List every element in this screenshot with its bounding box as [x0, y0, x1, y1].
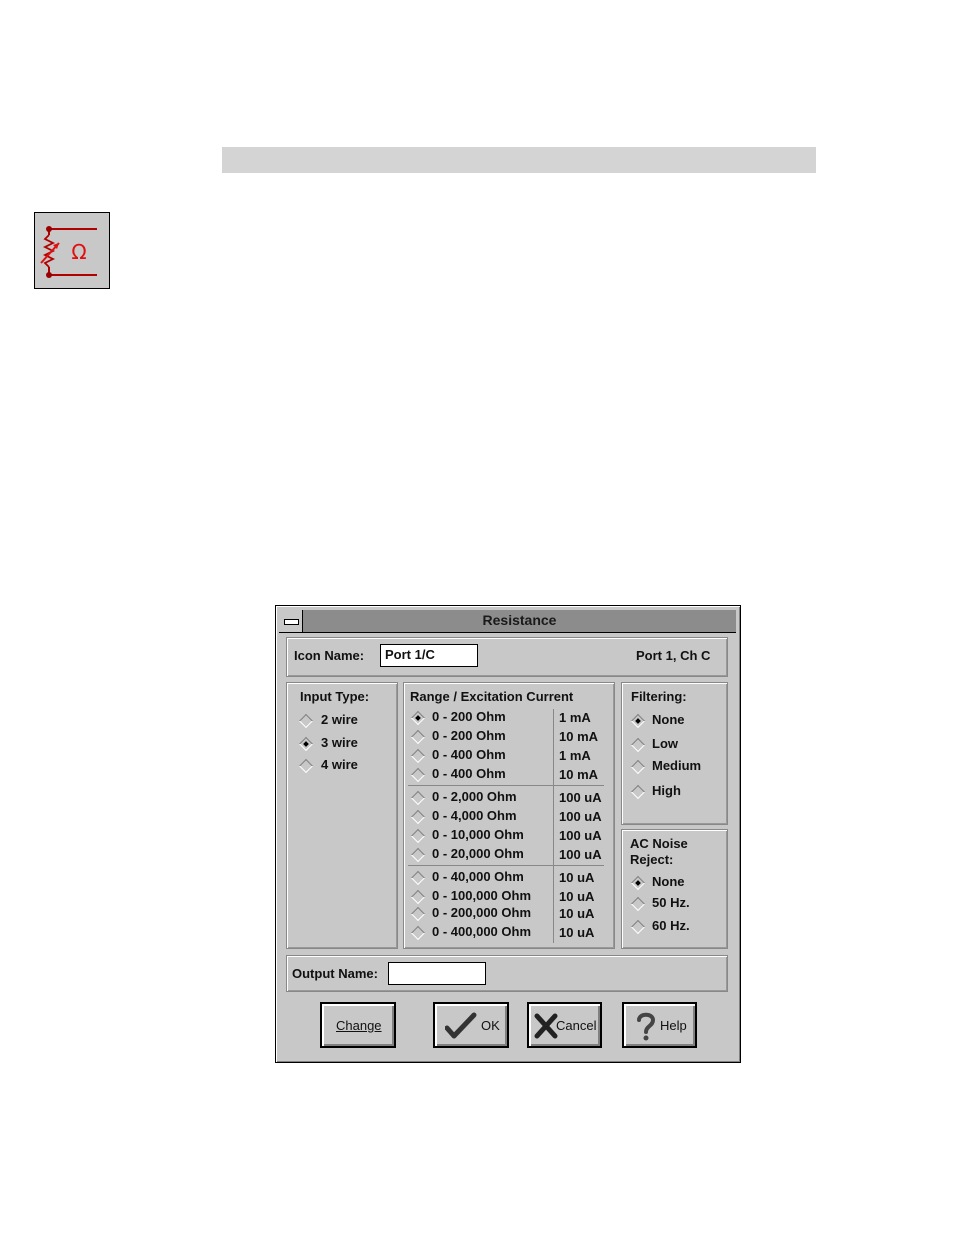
- radio-button[interactable]: [410, 925, 426, 941]
- range-value: 0 - 40,000 Ohm: [432, 869, 524, 884]
- radio-button[interactable]: [630, 784, 646, 800]
- radio-button-selected[interactable]: [298, 736, 314, 752]
- radio-button[interactable]: [298, 713, 314, 729]
- change-button-label: Change: [336, 1018, 382, 1033]
- radio-label: 4 wire: [321, 757, 358, 772]
- output-name-panel: Output Name:: [286, 955, 728, 992]
- input-type-label: Input Type:: [300, 689, 370, 704]
- range-column-divider: [553, 709, 554, 943]
- radio-button[interactable]: [410, 729, 426, 745]
- current-value: 10 uA: [559, 889, 595, 904]
- radio-button[interactable]: [630, 759, 646, 775]
- filtering-panel: Filtering: None Low Medium High: [621, 682, 728, 825]
- ac-noise-label: AC Noise: [630, 836, 688, 851]
- current-value: 10 mA: [559, 729, 599, 744]
- port-info: Port 1, Ch C: [636, 648, 711, 663]
- help-button[interactable]: Help: [622, 1002, 697, 1048]
- icon-name-input[interactable]: Port 1/C: [380, 644, 478, 667]
- ac-noise-panel: AC Noise Reject: None 50 Hz. 60 Hz.: [621, 829, 728, 949]
- dialog-title: Resistance: [482, 612, 557, 628]
- radio-label: None: [652, 874, 685, 889]
- svg-text:Ω: Ω: [71, 240, 86, 264]
- radio-label: 50 Hz.: [652, 895, 690, 910]
- range-value: 0 - 200,000 Ohm: [432, 905, 531, 920]
- system-menu-icon: [284, 619, 299, 625]
- filtering-label: Filtering:: [631, 689, 687, 704]
- range-value: 0 - 400 Ohm: [432, 747, 506, 762]
- ok-button[interactable]: OK: [433, 1002, 509, 1048]
- current-value: 10 uA: [559, 906, 595, 921]
- range-value: 0 - 400,000 Ohm: [432, 924, 531, 939]
- range-value: 0 - 200 Ohm: [432, 728, 506, 743]
- radio-button[interactable]: [410, 870, 426, 886]
- current-value: 1 mA: [559, 748, 591, 763]
- range-group-divider: [408, 785, 604, 786]
- cancel-button[interactable]: Cancel: [527, 1002, 602, 1048]
- ac-noise-label-line2: Reject:: [630, 852, 674, 867]
- radio-label: Medium: [652, 758, 702, 773]
- current-value: 100 uA: [559, 809, 602, 824]
- radio-label: 2 wire: [321, 712, 358, 727]
- current-value: 100 uA: [559, 847, 602, 862]
- system-menu-button[interactable]: [279, 610, 303, 632]
- current-value: 10 uA: [559, 925, 595, 940]
- range-group-divider: [408, 865, 604, 866]
- radio-button[interactable]: [410, 828, 426, 844]
- range-label: Range / Excitation Current: [410, 689, 574, 704]
- radio-label: 3 wire: [321, 735, 358, 750]
- radio-button-selected[interactable]: [410, 710, 426, 726]
- top-gray-bar: [222, 147, 816, 173]
- radio-label: None: [652, 712, 685, 727]
- ok-button-label: OK: [481, 1018, 500, 1033]
- radio-button[interactable]: [410, 906, 426, 922]
- icon-name-label: Icon Name:: [294, 648, 365, 663]
- radio-button[interactable]: [298, 758, 314, 774]
- icon-name-panel: Icon Name: Port 1/C Port 1, Ch C: [286, 637, 728, 677]
- change-button[interactable]: Change: [320, 1002, 396, 1048]
- radio-button[interactable]: [410, 809, 426, 825]
- current-value: 1 mA: [559, 710, 591, 725]
- range-value: 0 - 200 Ohm: [432, 709, 506, 724]
- radio-button[interactable]: [410, 748, 426, 764]
- radio-button[interactable]: [410, 767, 426, 783]
- output-name-input[interactable]: [388, 962, 486, 985]
- range-value: 0 - 400 Ohm: [432, 766, 506, 781]
- question-mark-icon: [637, 1012, 656, 1041]
- checkmark-icon: [445, 1012, 477, 1039]
- range-value: 0 - 4,000 Ohm: [432, 808, 517, 823]
- resistance-ohm-icon: Ω: [34, 212, 110, 289]
- radio-button[interactable]: [410, 889, 426, 905]
- title-bar[interactable]: Resistance: [279, 610, 736, 633]
- range-value: 0 - 2,000 Ohm: [432, 789, 517, 804]
- radio-button[interactable]: [410, 790, 426, 806]
- radio-button-selected[interactable]: [630, 713, 646, 729]
- range-panel: Range / Excitation Current 0 - 200 Ohm 1…: [403, 682, 615, 949]
- current-value: 100 uA: [559, 790, 602, 805]
- radio-button[interactable]: [630, 896, 646, 912]
- input-type-panel: Input Type: 2 wire 3 wire 4 wire: [286, 682, 398, 949]
- radio-label: High: [652, 783, 681, 798]
- current-value: 100 uA: [559, 828, 602, 843]
- output-name-label: Output Name:: [292, 966, 378, 981]
- current-value: 10 mA: [559, 767, 599, 782]
- current-value: 10 uA: [559, 870, 595, 885]
- range-value: 0 - 100,000 Ohm: [432, 888, 531, 903]
- resistance-dialog: Resistance Icon Name: Port 1/C Port 1, C…: [275, 605, 741, 1063]
- range-value: 0 - 10,000 Ohm: [432, 827, 524, 842]
- radio-button[interactable]: [410, 847, 426, 863]
- radio-button-selected[interactable]: [630, 875, 646, 891]
- radio-label: Low: [652, 736, 678, 751]
- help-button-label: Help: [660, 1018, 687, 1033]
- cancel-button-label: Cancel: [556, 1018, 597, 1033]
- range-value: 0 - 20,000 Ohm: [432, 846, 524, 861]
- radio-button[interactable]: [630, 737, 646, 753]
- radio-button[interactable]: [630, 919, 646, 935]
- radio-label: 60 Hz.: [652, 918, 690, 933]
